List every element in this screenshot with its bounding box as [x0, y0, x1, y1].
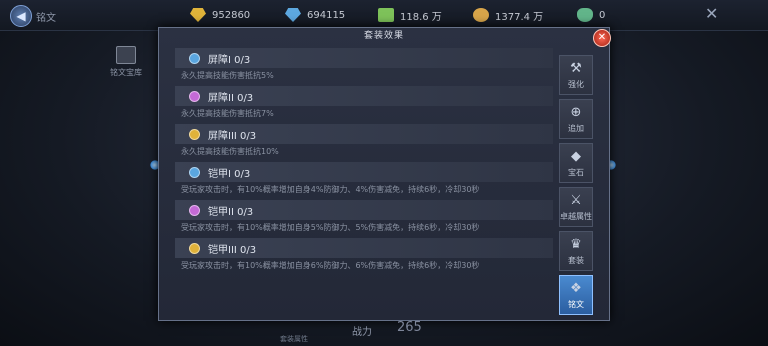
blue-gem-icon: [285, 8, 301, 22]
set-effect-dialog: 套装效果 ✕ 屏障I 0/3 永久提高技能伤害抵抗5% 屏障II 0/3 永久提…: [158, 27, 611, 321]
set-effect-list[interactable]: 屏障I 0/3 永久提高技能伤害抵抗5% 屏障II 0/3 永久提高技能伤害抵抗…: [175, 48, 553, 320]
back-arrow-icon: ◀: [16, 9, 26, 23]
resource-value: 0: [599, 9, 606, 21]
tab-enhance[interactable]: ⚒ 强化: [559, 55, 593, 95]
resource-blue-gem: 694115: [285, 6, 345, 24]
footer-bar: 套装属性 战力 265: [280, 320, 480, 344]
resource-gold-gem: 952860: [190, 6, 250, 24]
resource-value: 694115: [307, 9, 346, 21]
tab-set[interactable]: ♛ 套装: [559, 231, 593, 271]
set-effect-desc: 永久提高技能伤害抵抗10%: [181, 147, 279, 156]
set-effect-header: 屏障II 0/3: [175, 86, 553, 106]
cash-icon: [378, 8, 394, 22]
barrier-icon: [189, 52, 200, 64]
tab-label: 铭文: [568, 300, 584, 309]
set-effect-name: 屏障III 0/3: [208, 130, 257, 142]
set-effect-desc: 永久提高技能伤害抵抗5%: [181, 71, 274, 80]
gold-gem-icon: [190, 8, 206, 22]
dialog-close-button[interactable]: ✕: [593, 29, 611, 47]
tab-label: 套装: [568, 256, 584, 265]
set-effect-item: 屏障III 0/3 永久提高技能伤害抵抗10%: [175, 124, 553, 159]
set-effect-item: 屏障I 0/3 永久提高技能伤害抵抗5%: [175, 48, 553, 83]
power-value: 265: [397, 320, 422, 335]
power-label: 战力: [352, 327, 372, 338]
set-effect-desc: 受玩家攻击时，有10%概率增加自身4%防御力、4%伤害减免，持续6秒，冷却30秒: [181, 185, 480, 194]
resource-value: 1377.4 万: [495, 11, 544, 23]
armor-icon: [189, 204, 200, 216]
close-icon: ✕: [597, 32, 607, 43]
page-title: 铭文: [36, 13, 56, 24]
resource-coin-bag: 1377.4 万: [473, 6, 543, 24]
set-effect-name: 屏障II 0/3: [208, 92, 254, 104]
inscription-vault-label: 铭文宝库: [110, 68, 142, 77]
set-effect-desc: 永久提高技能伤害抵抗7%: [181, 109, 274, 118]
dialog-title: 套装效果: [363, 31, 404, 41]
tab-label: 强化: [568, 80, 584, 89]
set-effect-item: 铠甲II 0/3 受玩家攻击时，有10%概率增加自身5%防御力、5%伤害减免，持…: [175, 200, 553, 235]
barrier-icon: [189, 128, 200, 140]
potion-icon: [577, 8, 593, 22]
tab-label: 卓越属性: [560, 212, 592, 221]
resource-value: 952860: [212, 9, 251, 21]
set-effect-name: 铠甲II 0/3: [208, 206, 254, 218]
set-effect-desc: 受玩家攻击时，有10%概率增加自身5%防御力、5%伤害减免，持续6秒，冷却30秒: [181, 223, 480, 232]
chest-icon: [116, 46, 136, 64]
set-effect-name: 铠甲I 0/3: [208, 168, 251, 180]
tab-label: 追加: [568, 124, 584, 133]
set-effect-item: 屏障II 0/3 永久提高技能伤害抵抗7%: [175, 86, 553, 121]
inscription-icon: ❖: [570, 281, 582, 296]
armor-set-icon: ♛: [570, 237, 582, 252]
coin-bag-icon: [473, 8, 489, 22]
set-effect-item: 铠甲I 0/3 受玩家攻击时，有10%概率增加自身4%防御力、4%伤害减免，持续…: [175, 162, 553, 197]
anvil-icon: ⚒: [570, 61, 582, 76]
resource-cash: 118.6 万: [378, 6, 442, 24]
set-effect-name: 屏障I 0/3: [208, 54, 251, 66]
tab-append[interactable]: ⊕ 追加: [559, 99, 593, 139]
tab-label: 宝石: [568, 168, 584, 177]
sword-icon: ⚔: [570, 193, 582, 208]
set-effect-desc: 受玩家攻击时，有10%概率增加自身6%防御力、6%伤害减免，持续6秒，冷却30秒: [181, 261, 480, 270]
set-effect-header: 屏障I 0/3: [175, 48, 553, 68]
back-button[interactable]: ◀: [10, 5, 32, 27]
set-effect-item: 铠甲III 0/3 受玩家攻击时，有10%概率增加自身6%防御力、6%伤害减免，…: [175, 238, 553, 273]
resource-potion: 0: [577, 6, 605, 24]
gem-icon: ◆: [571, 149, 581, 164]
set-effect-name: 铠甲III 0/3: [208, 244, 257, 256]
side-tab-bar: ⚒ 强化 ⊕ 追加 ◆ 宝石 ⚔ 卓越属性 ♛ 套装 ❖ 铭文: [559, 55, 593, 319]
set-attr-label[interactable]: 套装属性: [280, 334, 308, 344]
set-effect-header: 铠甲III 0/3: [175, 238, 553, 258]
inscription-vault-button[interactable]: 铭文宝库: [106, 46, 146, 78]
tab-gem[interactable]: ◆ 宝石: [559, 143, 593, 183]
close-icon[interactable]: ✕: [705, 4, 718, 23]
tab-inscription[interactable]: ❖ 铭文: [559, 275, 593, 315]
set-effect-header: 屏障III 0/3: [175, 124, 553, 144]
tab-excellent-attr[interactable]: ⚔ 卓越属性: [559, 187, 593, 227]
plus-circle-icon: ⊕: [570, 105, 582, 120]
armor-icon: [189, 242, 200, 254]
resource-value: 118.6 万: [400, 11, 442, 23]
set-effect-header: 铠甲II 0/3: [175, 200, 553, 220]
set-effect-header: 铠甲I 0/3: [175, 162, 553, 182]
armor-icon: [189, 166, 200, 178]
barrier-icon: [189, 90, 200, 102]
